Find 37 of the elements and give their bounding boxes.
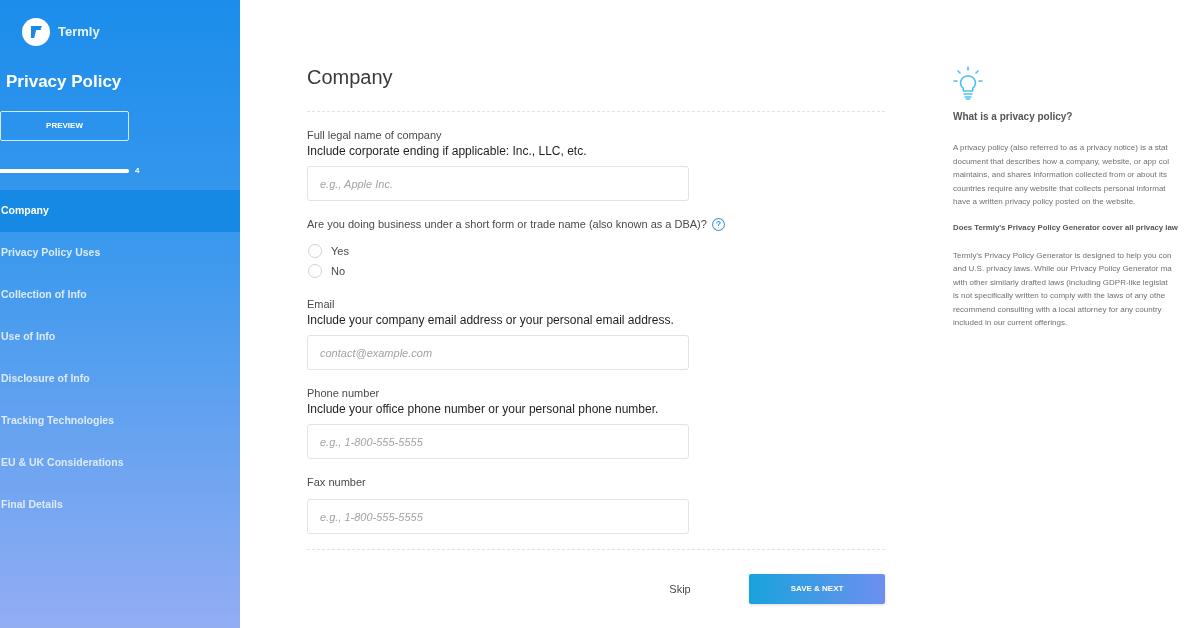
sidebar-title: Privacy Policy bbox=[5, 71, 122, 93]
input-field[interactable]: contact@example.com bbox=[307, 335, 689, 370]
save-next-button[interactable]: SAVE & NEXT bbox=[749, 574, 885, 604]
help-icon[interactable] bbox=[711, 217, 725, 231]
input-field[interactable]: e.g., 1-800-555-5555 bbox=[307, 499, 689, 534]
skip-button[interactable]: Skip bbox=[630, 574, 730, 604]
nav-item[interactable]: Disclosure of Info bbox=[0, 358, 240, 400]
input-field[interactable]: e.g., Apple Inc. bbox=[307, 166, 689, 201]
brand-name: Termly bbox=[58, 24, 100, 40]
logo-icon bbox=[22, 18, 50, 46]
question-label: Are you doing business under a short form or trade name (also known as a DBA)? bbox=[307, 217, 707, 232]
nav-item[interactable]: Use of Info bbox=[0, 316, 240, 358]
radio-button[interactable] bbox=[308, 264, 322, 278]
field-hint: Include your office phone number or your personal phone number. bbox=[307, 401, 659, 418]
field-label: Phone number bbox=[307, 386, 380, 401]
help-title: What is a privacy policy? bbox=[953, 111, 1073, 123]
field-label: Email bbox=[307, 297, 335, 312]
help-paragraph: Termly's Privacy Policy Generator is designed to help you con and U.S. privacy laws. While our Privacy Policy Generator ma with other similarly drafted laws (including GDPR-like legislat is not specifically written to comply with the laws of any othe recommend consulting with a local attorney for any country included in our current offerings. bbox=[953, 249, 1172, 329]
nav-item[interactable]: Final Details bbox=[0, 484, 240, 526]
field-label: Full legal name of company bbox=[307, 128, 442, 143]
lightbulb-icon bbox=[953, 66, 983, 100]
field-hint: Include your company email address or your personal email address. bbox=[307, 312, 674, 329]
field-hint: Include corporate ending if applicable: Inc., LLC, etc. bbox=[307, 143, 587, 160]
field-label: Fax number bbox=[307, 475, 366, 490]
radio-button[interactable] bbox=[308, 244, 322, 258]
radio-label: Yes bbox=[331, 244, 349, 258]
nav-item[interactable]: Company bbox=[0, 190, 240, 232]
nav-item[interactable]: Privacy Policy Uses bbox=[0, 232, 240, 274]
help-paragraph: A privacy policy (also referred to as a privacy notice) is a stat document that describes how a company, website, or app col maintains, and shares information collected from or about its countries require any website that collects personal informat have a written privacy policy posted on the website. bbox=[953, 142, 1169, 208]
nav-item[interactable]: EU & UK Considerations bbox=[0, 442, 240, 484]
page-heading: Company bbox=[307, 65, 393, 90]
nav-item[interactable]: Collection of Info bbox=[0, 274, 240, 316]
radio-label: No bbox=[331, 264, 346, 278]
input-field[interactable]: e.g., 1-800-555-5555 bbox=[307, 424, 689, 459]
preview-button[interactable]: PREVIEW bbox=[0, 111, 129, 141]
nav-item[interactable]: Tracking Technologies bbox=[0, 400, 240, 442]
progress-count: 4 bbox=[135, 166, 140, 176]
